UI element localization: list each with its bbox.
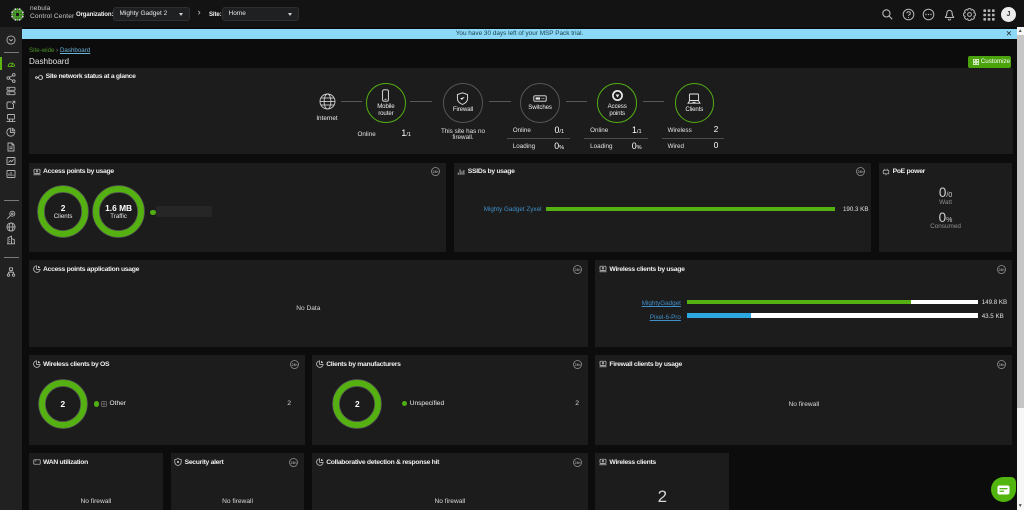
svg-text:24h: 24h <box>574 363 580 367</box>
svg-text:24h: 24h <box>999 363 1005 367</box>
svg-text:24h: 24h <box>857 170 863 174</box>
svg-text:24h: 24h <box>291 363 297 367</box>
svg-text:24h: 24h <box>291 461 297 465</box>
svg-text:24h: 24h <box>574 461 580 465</box>
svg-text:24h: 24h <box>574 268 580 272</box>
svg-text:24h: 24h <box>999 268 1005 272</box>
svg-text:24h: 24h <box>432 170 438 174</box>
